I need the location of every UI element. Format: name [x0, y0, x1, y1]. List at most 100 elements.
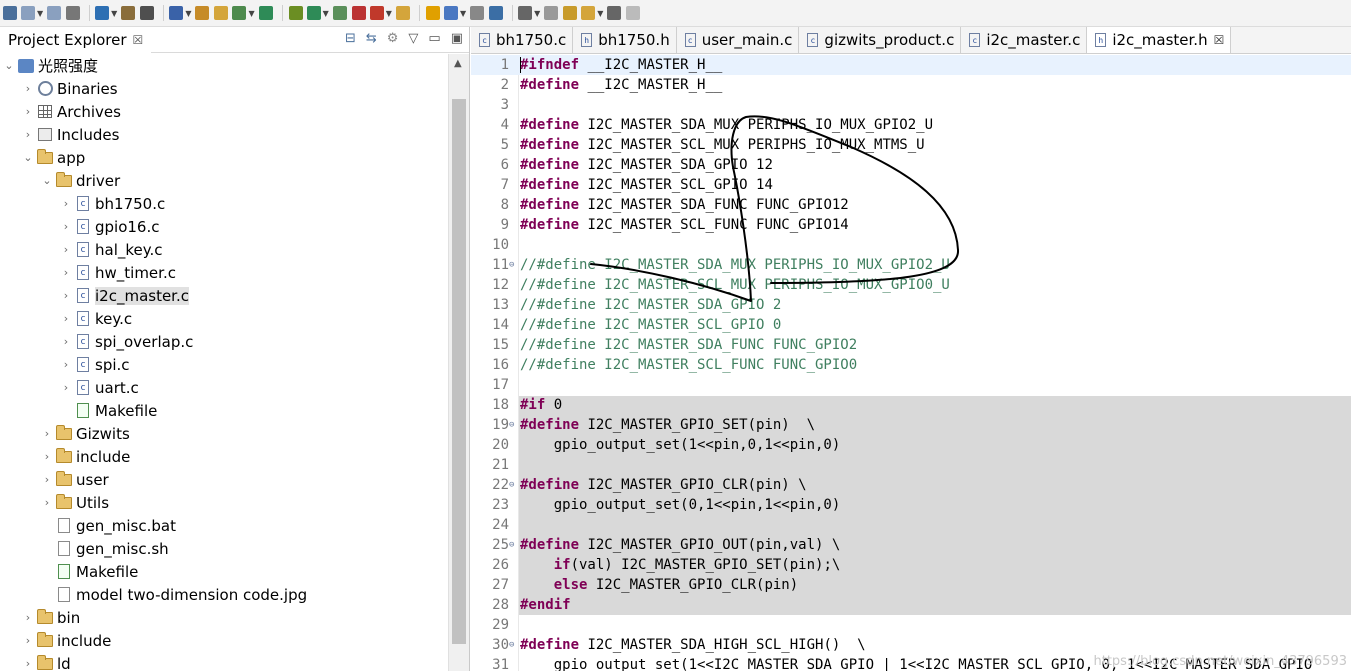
chevron-down-icon[interactable]: ▼: [323, 9, 329, 18]
editor-tab[interactable]: c gizwits_product.c: [799, 27, 962, 53]
new-class-button[interactable]: [194, 3, 210, 23]
tree-item[interactable]: › Includes: [0, 123, 448, 146]
chevron-down-icon[interactable]: ▼: [534, 9, 540, 18]
debug-button[interactable]: [288, 3, 304, 23]
code-line[interactable]: 21: [471, 455, 1351, 475]
tree-item[interactable]: › include: [0, 629, 448, 652]
fold-toggle-icon[interactable]: ⊖: [509, 255, 519, 275]
new-button[interactable]: [2, 3, 18, 23]
code-line[interactable]: 22 ⊖ #define I2C_MASTER_GPIO_CLR(pin) \: [471, 475, 1351, 495]
minimize-icon[interactable]: ▭: [428, 31, 440, 46]
chevron-right-icon[interactable]: ›: [21, 82, 35, 95]
chevron-down-icon[interactable]: ▼: [386, 9, 392, 18]
settings-button[interactable]: ▼: [95, 3, 117, 23]
open-button[interactable]: [395, 3, 411, 23]
chevron-right-icon[interactable]: ›: [59, 289, 73, 302]
close-icon[interactable]: ☒: [133, 33, 144, 47]
link-button[interactable]: [469, 3, 485, 23]
code-line[interactable]: 18 #if 0: [471, 395, 1351, 415]
code-line[interactable]: 10: [471, 235, 1351, 255]
chevron-down-icon[interactable]: ⌄: [40, 174, 54, 187]
code-line[interactable]: 24: [471, 515, 1351, 535]
scroll-up-arrow-icon[interactable]: ▲: [454, 58, 462, 69]
highlight-button[interactable]: ▼: [443, 3, 466, 23]
new-file-button[interactable]: ▼: [232, 3, 255, 23]
editor-tab[interactable]: c user_main.c: [676, 27, 800, 53]
binary-button[interactable]: [139, 3, 155, 23]
editor-tab[interactable]: h i2c_master.h ☒: [1087, 27, 1232, 53]
tree-item[interactable]: › user: [0, 468, 448, 491]
tree-item[interactable]: › c spi.c: [0, 353, 448, 376]
maximize-icon[interactable]: ▣: [451, 31, 463, 46]
code-line[interactable]: 5 #define I2C_MASTER_SCL_MUX PERIPHS_IO_M…: [471, 135, 1351, 155]
chevron-right-icon[interactable]: ›: [21, 611, 35, 624]
fold-toggle-icon[interactable]: ⊖: [509, 635, 519, 655]
tree-item[interactable]: ⌄ driver: [0, 169, 448, 192]
code-line[interactable]: 2 #define __I2C_MASTER_H__: [471, 75, 1351, 95]
chevron-down-icon[interactable]: ▼: [248, 9, 254, 18]
link-with-editor-icon[interactable]: ⇆: [366, 31, 377, 46]
last-edit-button[interactable]: ▼: [581, 3, 603, 23]
code-line[interactable]: 15 //#define I2C_MASTER_SDA_FUNC FUNC_GPI…: [471, 335, 1351, 355]
chevron-right-icon[interactable]: ›: [21, 634, 35, 647]
code-line[interactable]: 28 #endif: [471, 595, 1351, 615]
code-line[interactable]: 6 #define I2C_MASTER_SDA_GPIO 12: [471, 155, 1351, 175]
code-line[interactable]: 4 #define I2C_MASTER_SDA_MUX PERIPHS_IO_M…: [471, 115, 1351, 135]
tree-item[interactable]: › bin: [0, 606, 448, 629]
chevron-right-icon[interactable]: ›: [40, 427, 54, 440]
run-config-button[interactable]: [332, 3, 348, 23]
new-folder-button[interactable]: [213, 3, 229, 23]
tree-item[interactable]: gen_misc.sh: [0, 537, 448, 560]
save-button[interactable]: ▼: [21, 3, 43, 23]
pin-button[interactable]: ▼: [169, 3, 191, 23]
chevron-right-icon[interactable]: ›: [40, 473, 54, 486]
code-line[interactable]: 20 gpio_output_set(1<<pin,0,1<<pin,0): [471, 435, 1351, 455]
toggle-button[interactable]: [488, 3, 504, 23]
scrollbar-thumb[interactable]: [452, 99, 466, 644]
code-line[interactable]: 13 //#define I2C_MASTER_SDA_GPIO 2: [471, 295, 1351, 315]
tree-item[interactable]: Makefile: [0, 560, 448, 583]
refresh-button[interactable]: [258, 3, 274, 23]
tree-item[interactable]: › Binaries: [0, 77, 448, 100]
code-line[interactable]: 3: [471, 95, 1351, 115]
code-line[interactable]: 30 ⊖ #define I2C_MASTER_SDA_HIGH_SCL_HIGH(…: [471, 635, 1351, 655]
chevron-right-icon[interactable]: ›: [59, 243, 73, 256]
tree-item[interactable]: › c hal_key.c: [0, 238, 448, 261]
external-button[interactable]: ▼: [369, 3, 392, 23]
code-line[interactable]: 26 if(val) I2C_MASTER_GPIO_SET(pin);\: [471, 555, 1351, 575]
chevron-right-icon[interactable]: ›: [59, 197, 73, 210]
code-line[interactable]: 14 //#define I2C_MASTER_SCL_GPIO 0: [471, 315, 1351, 335]
tree-item[interactable]: Makefile: [0, 399, 448, 422]
chevron-right-icon[interactable]: ›: [59, 358, 73, 371]
tree-item[interactable]: › ld: [0, 652, 448, 671]
fold-toggle-icon[interactable]: ⊖: [509, 535, 519, 555]
chevron-down-icon[interactable]: ⌄: [21, 151, 35, 164]
code-line[interactable]: 19 ⊖ #define I2C_MASTER_GPIO_SET(pin) \: [471, 415, 1351, 435]
chevron-down-icon[interactable]: ▼: [185, 9, 191, 18]
code-line[interactable]: 16 //#define I2C_MASTER_SCL_FUNC FUNC_GPI…: [471, 355, 1351, 375]
chevron-right-icon[interactable]: ›: [40, 496, 54, 509]
code-line[interactable]: 12 //#define I2C_MASTER_SCL_MUX PERIPHS_I…: [471, 275, 1351, 295]
fold-toggle-icon[interactable]: ⊖: [509, 475, 519, 495]
prev-annotation-button[interactable]: [562, 3, 578, 23]
close-icon[interactable]: ☒: [1214, 33, 1225, 47]
paragraph-button[interactable]: ▼: [518, 3, 540, 23]
view-menu-icon[interactable]: ▽: [408, 31, 418, 46]
stop-button[interactable]: [351, 3, 367, 23]
tree-item[interactable]: › Gizwits: [0, 422, 448, 445]
code-line[interactable]: 11 ⊖//#define I2C_MASTER_SDA_MUX PERIPHS_…: [471, 255, 1351, 275]
code-line[interactable]: 29: [471, 615, 1351, 635]
chevron-down-icon[interactable]: ⌄: [2, 59, 16, 72]
forward-button[interactable]: [625, 3, 641, 23]
collapse-all-icon[interactable]: ⊟: [345, 31, 356, 46]
back-button[interactable]: [606, 3, 622, 23]
search-button[interactable]: [425, 3, 441, 23]
save-all-button[interactable]: [46, 3, 62, 23]
chevron-right-icon[interactable]: ›: [59, 381, 73, 394]
tree-item[interactable]: › c key.c: [0, 307, 448, 330]
code-line[interactable]: 9 #define I2C_MASTER_SCL_FUNC FUNC_GPIO14: [471, 215, 1351, 235]
tree-item[interactable]: › c spi_overlap.c: [0, 330, 448, 353]
filter-icon[interactable]: ⚙: [387, 31, 399, 46]
chevron-down-icon[interactable]: ▼: [460, 9, 466, 18]
editor-tab[interactable]: c bh1750.c: [471, 27, 574, 53]
